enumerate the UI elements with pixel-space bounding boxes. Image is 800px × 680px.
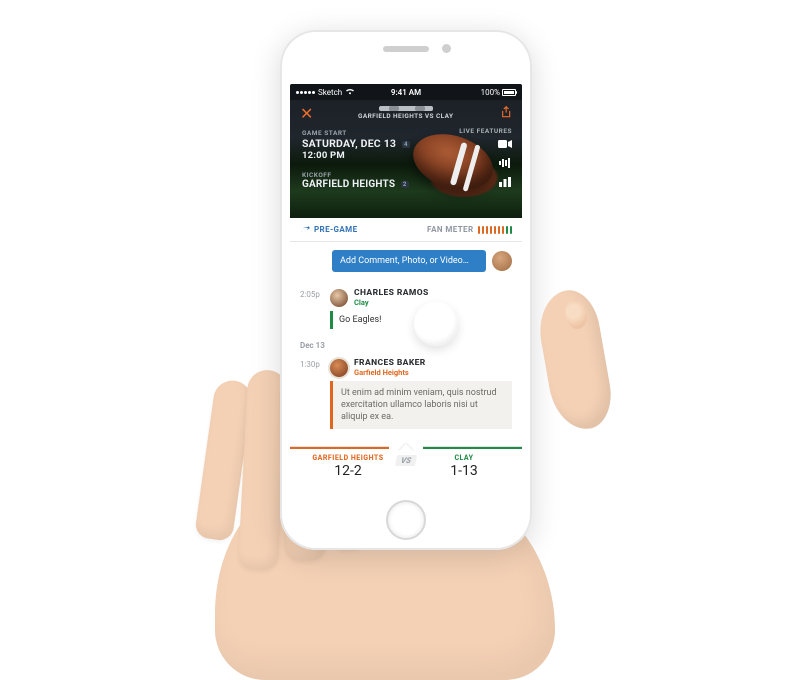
entry-time: 1:30p — [300, 358, 330, 429]
scrubber-icon — [379, 106, 433, 111]
share-button[interactable] — [498, 104, 512, 123]
fanmeter-label: FAN METER — [427, 225, 473, 234]
audio-feature-icon[interactable] — [498, 158, 512, 171]
game-start-day: SATURDAY, DEC 13 — [302, 137, 396, 150]
stats-feature-icon[interactable] — [498, 177, 512, 190]
chevron-up-icon — [398, 436, 414, 452]
user-team: Garfield Heights — [354, 368, 426, 377]
right-team-tile[interactable]: CLAY 1-13 — [406, 447, 522, 490]
feed-entry: 2:05pCHARLES RAMOSClayGo Eagles! — [300, 288, 512, 329]
score-bar: GARFIELD HEIGHTS 12-2 CLAY 1-13 VS — [290, 446, 522, 490]
app-screen: Sketch 9:41 AM 100% ✕ GARFIELD HEIGHTS V… — [290, 84, 522, 490]
live-features-label: LIVE FEATURES — [459, 127, 512, 135]
feed-entry: 1:30p FRANCES BAKERGarfield Heights Ut eni… — [300, 358, 512, 429]
vs-divider[interactable]: VS — [389, 444, 423, 466]
right-team-name: CLAY — [406, 454, 522, 462]
right-team-record: 1-13 — [406, 463, 522, 479]
pregame-indicator[interactable]: PRE-GAME — [300, 225, 357, 234]
comment-composer: Add Comment, Photo, or Video… — [290, 242, 522, 276]
status-bar: Sketch 9:41 AM 100% — [290, 84, 522, 100]
game-hero: ✕ GARFIELD HEIGHTS VS CLAY GAME START SA… — [290, 84, 522, 218]
video-feature-icon[interactable] — [498, 139, 512, 152]
battery-icon — [502, 89, 516, 96]
signal-dots-icon — [296, 91, 315, 94]
activity-feed: 2:05pCHARLES RAMOSClayGo Eagles!Dec 131:… — [290, 276, 522, 429]
wifi-icon — [345, 87, 355, 97]
user-avatar[interactable] — [330, 289, 348, 307]
sub-bar: PRE-GAME FAN METER — [290, 218, 522, 242]
matchup-label: GARFIELD HEIGHTS VS CLAY — [358, 113, 453, 120]
clock-label: 9:41 AM — [391, 88, 421, 97]
feed-date-separator: Dec 13 — [300, 341, 512, 350]
carrier-label: Sketch — [318, 88, 342, 97]
kickoff-badge: 2 — [401, 181, 409, 188]
battery-percent: 100% — [481, 88, 500, 97]
user-avatar[interactable] — [330, 359, 348, 377]
tap-indicator — [414, 302, 458, 346]
phone-camera — [442, 44, 451, 53]
hero-title: GARFIELD HEIGHTS VS CLAY — [358, 106, 453, 120]
fanmeter-bars — [478, 226, 513, 234]
phone-frame: Sketch 9:41 AM 100% ✕ GARFIELD HEIGHTS V… — [280, 30, 532, 550]
game-start-badge: 4 — [402, 141, 410, 148]
entry-time: 2:05p — [300, 288, 330, 329]
my-avatar[interactable] — [492, 251, 512, 271]
user-name[interactable]: CHARLES RAMOS — [354, 288, 429, 298]
pregame-label: PRE-GAME — [314, 225, 357, 234]
share-arc-icon — [300, 226, 310, 234]
home-button[interactable] — [386, 500, 426, 540]
user-team: Clay — [354, 298, 429, 307]
entry-message: Ut enim ad minim veniam, quis nostrud ex… — [330, 381, 512, 429]
vs-label: VS — [395, 455, 417, 466]
comment-placeholder: Add Comment, Photo, or Video… — [340, 256, 469, 266]
comment-input[interactable]: Add Comment, Photo, or Video… — [332, 250, 486, 272]
kickoff-team: GARFIELD HEIGHTS — [302, 179, 395, 190]
close-button[interactable]: ✕ — [300, 104, 313, 123]
user-name[interactable]: FRANCES BAKER — [354, 358, 426, 368]
phone-speaker — [383, 46, 429, 52]
